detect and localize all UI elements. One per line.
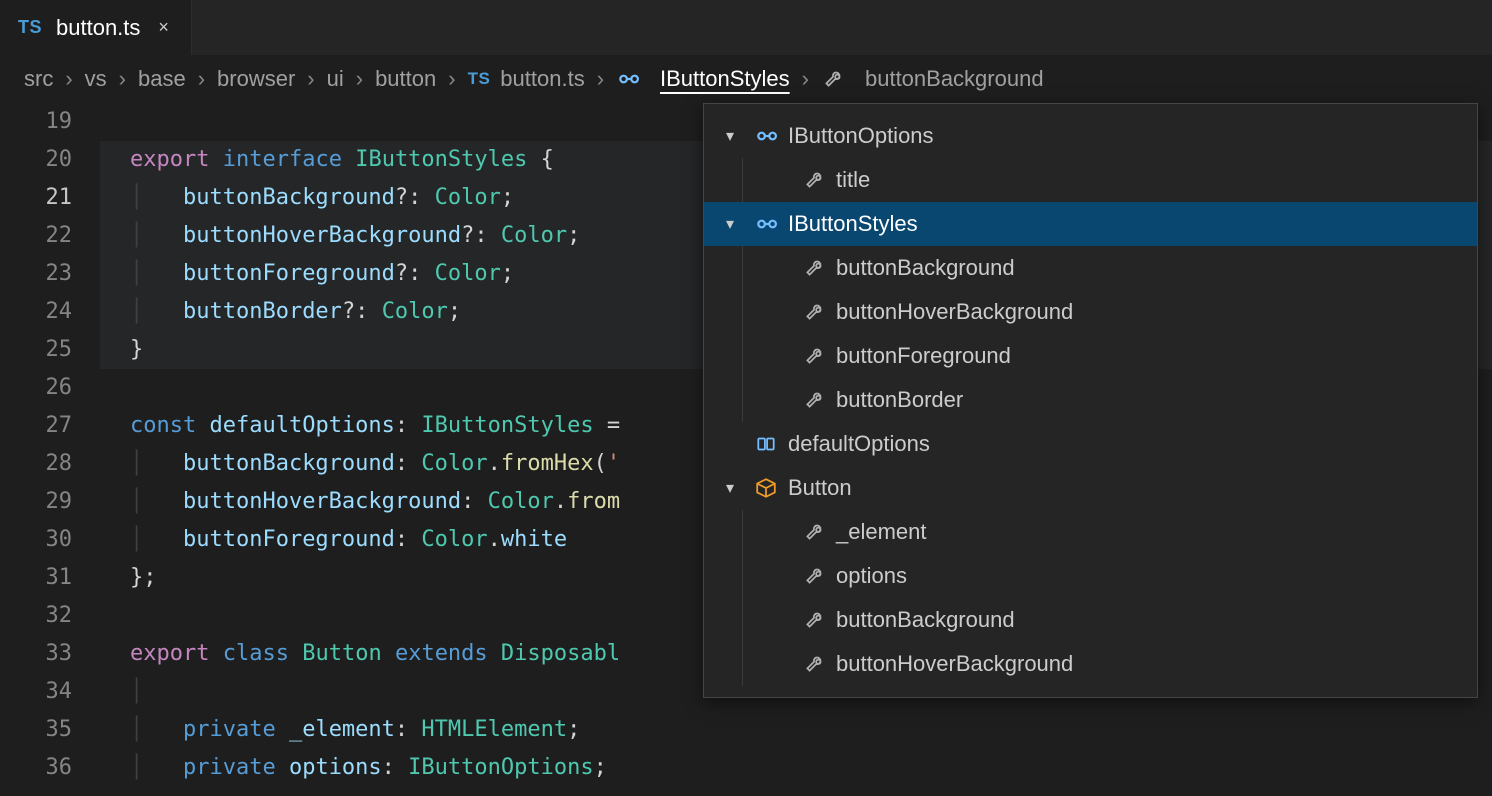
tab-active[interactable]: TS button.ts × [0, 0, 192, 55]
outline-item[interactable]: defaultOptions [704, 422, 1477, 466]
typescript-badge-icon: TS [18, 17, 42, 38]
outline-item[interactable]: buttonBackground [704, 246, 1477, 290]
constant-icon [754, 433, 778, 455]
line-number: 29 [0, 483, 72, 521]
property-icon [802, 257, 826, 279]
outline-item[interactable]: buttonBorder [704, 378, 1477, 422]
line-number: 33 [0, 635, 72, 673]
interface-icon [754, 125, 778, 147]
breadcrumb-symbol-leaf[interactable]: buttonBackground [821, 66, 1044, 92]
property-icon [802, 565, 826, 587]
breadcrumb-segment[interactable]: src [24, 66, 53, 92]
outline-item[interactable]: ▾ IButtonStyles [704, 202, 1477, 246]
outline-item[interactable]: buttonHoverBackground [704, 290, 1477, 334]
outline-item-label: Button [788, 475, 852, 501]
line-number: 23 [0, 255, 72, 293]
outline-item-label: buttonHoverBackground [836, 651, 1073, 677]
outline-item-label: IButtonOptions [788, 123, 934, 149]
outline-item[interactable]: _element [704, 510, 1477, 554]
breadcrumb-segment[interactable]: vs [85, 66, 107, 92]
chevron-right-icon: › [448, 66, 455, 92]
property-icon [802, 389, 826, 411]
outline-item-label: buttonForeground [836, 343, 1011, 369]
property-icon [802, 301, 826, 323]
line-number: 28 [0, 445, 72, 483]
outline-item-label: buttonBackground [836, 255, 1015, 281]
chevron-right-icon: › [597, 66, 604, 92]
chevron-down-icon[interactable]: ▾ [726, 214, 748, 234]
outline-item-label: buttonHoverBackground [836, 299, 1073, 325]
outline-item[interactable]: options [704, 554, 1477, 598]
chevron-right-icon: › [65, 66, 72, 92]
property-icon [802, 169, 826, 191]
class-icon [754, 477, 778, 499]
breadcrumb: src › vs › base › browser › ui › button › TS b… [0, 55, 1492, 103]
line-number: 30 [0, 521, 72, 559]
outline-item[interactable]: buttonForeground [704, 334, 1477, 378]
chevron-right-icon: › [119, 66, 126, 92]
line-number: 32 [0, 597, 72, 635]
breadcrumb-segment[interactable]: browser [217, 66, 295, 92]
interface-icon [616, 68, 640, 90]
outline-item-label: defaultOptions [788, 431, 930, 457]
code-line[interactable]: │ private options: IButtonOptions; [100, 749, 1492, 787]
line-number: 25 [0, 331, 72, 369]
tab-bar: TS button.ts × [0, 0, 1492, 55]
outline-item-label: _element [836, 519, 927, 545]
chevron-down-icon[interactable]: ▾ [726, 126, 748, 146]
breadcrumb-segment[interactable]: ui [327, 66, 344, 92]
close-icon[interactable]: × [154, 17, 173, 38]
property-icon [821, 68, 845, 90]
property-icon [802, 521, 826, 543]
property-icon [802, 609, 826, 631]
outline-item-label: buttonBorder [836, 387, 963, 413]
breadcrumb-segment[interactable]: button [375, 66, 436, 92]
outline-item-label: options [836, 563, 907, 589]
chevron-right-icon: › [307, 66, 314, 92]
chevron-down-icon[interactable]: ▾ [726, 478, 748, 498]
line-number: 31 [0, 559, 72, 597]
line-number: 20 [0, 141, 72, 179]
outline-dropdown[interactable]: ▾ IButtonOptions title ▾ IButtonStyles button… [703, 103, 1478, 698]
breadcrumb-segment[interactable]: base [138, 66, 186, 92]
outline-item-label: buttonBackground [836, 607, 1015, 633]
outline-item[interactable]: title [704, 158, 1477, 202]
line-number: 27 [0, 407, 72, 445]
line-number: 36 [0, 749, 72, 787]
line-number-gutter: 192021222324252627282930313233343536 [0, 103, 100, 796]
outline-item-label: IButtonStyles [788, 211, 918, 237]
outline-item[interactable]: buttonBackground [704, 598, 1477, 642]
line-number: 21 [0, 179, 72, 217]
breadcrumb-symbol[interactable]: IButtonStyles [616, 66, 790, 92]
outline-item[interactable]: ▾ IButtonOptions [704, 114, 1477, 158]
line-number: 34 [0, 673, 72, 711]
outline-item-label: title [836, 167, 870, 193]
chevron-right-icon: › [802, 66, 809, 92]
chevron-right-icon: › [198, 66, 205, 92]
line-number: 35 [0, 711, 72, 749]
chevron-right-icon: › [356, 66, 363, 92]
breadcrumb-file[interactable]: TS button.ts [468, 66, 585, 92]
line-number: 22 [0, 217, 72, 255]
tab-title: button.ts [56, 15, 140, 41]
property-icon [802, 345, 826, 367]
outline-item[interactable]: buttonHoverBackground [704, 642, 1477, 686]
property-icon [802, 653, 826, 675]
interface-icon [754, 213, 778, 235]
line-number: 26 [0, 369, 72, 407]
outline-item[interactable]: ▾ Button [704, 466, 1477, 510]
line-number: 19 [0, 103, 72, 141]
code-line[interactable]: │ private _element: HTMLElement; [100, 711, 1492, 749]
line-number: 24 [0, 293, 72, 331]
typescript-badge-icon: TS [468, 69, 491, 89]
